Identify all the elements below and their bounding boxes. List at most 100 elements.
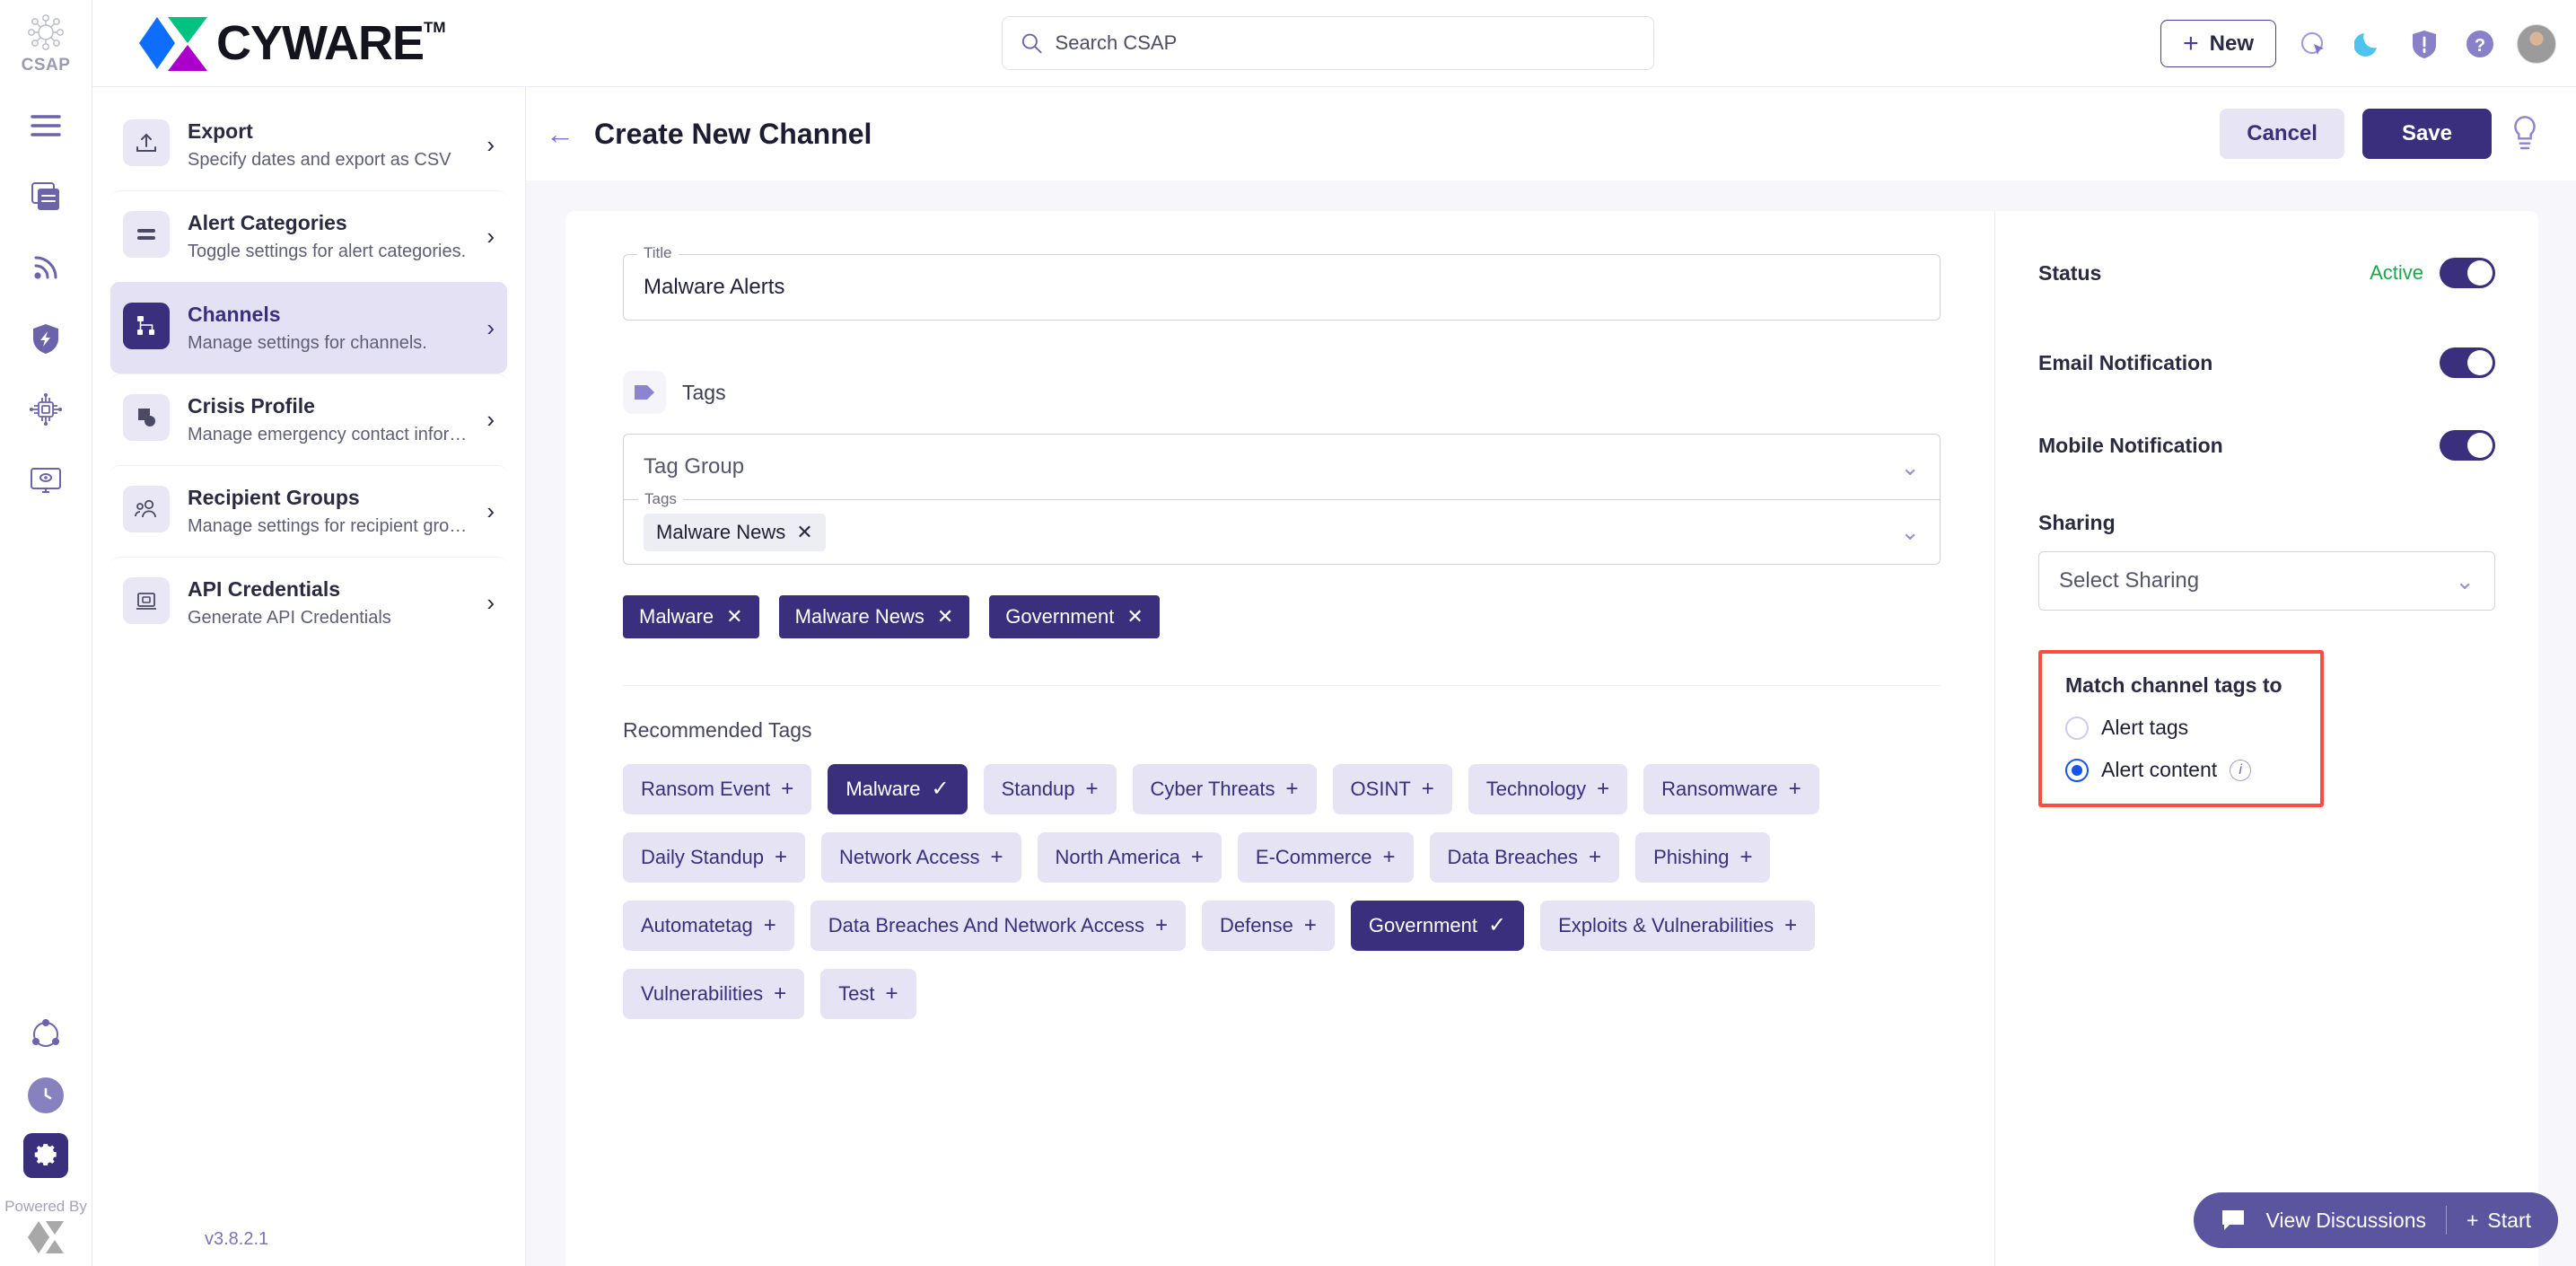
recommended-tag[interactable]: E-Commerce + (1237, 832, 1414, 883)
gear-icon[interactable] (23, 1133, 68, 1178)
email-notification-toggle[interactable] (2440, 347, 2495, 378)
shield-bolt-icon[interactable] (22, 315, 69, 362)
recommended-tag[interactable]: Data Breaches + (1429, 832, 1620, 883)
chip-icon[interactable] (22, 386, 69, 433)
tags-select[interactable]: Tags Malware News ✕ ⌄ (623, 490, 1941, 565)
title-field[interactable]: Title Malware Alerts (623, 244, 1941, 321)
recommended-tag[interactable]: Government ✓ (1350, 901, 1525, 951)
recommended-tag[interactable]: Ransom Event + (623, 764, 812, 814)
new-button-label: New (2209, 31, 2254, 56)
add-icon: + (1784, 913, 1798, 937)
start-discussion-button[interactable]: + Start (2466, 1209, 2531, 1233)
monitor-eye-icon[interactable] (22, 457, 69, 504)
sidebar-item-channels[interactable]: Channels Manage settings for channels. › (110, 282, 507, 374)
recommended-tag[interactable]: Network Access + (821, 832, 1021, 883)
title-input-value[interactable]: Malware Alerts (644, 275, 784, 300)
page-header-actions: Cancel Save (2220, 109, 2540, 159)
title-field-box[interactable]: Malware Alerts (623, 254, 1941, 321)
recommended-tag[interactable]: Phishing + (1635, 832, 1771, 883)
sidebar-item-api-credentials[interactable]: API Credentials Generate API Credentials… (110, 557, 507, 648)
sidebar-item-text: API Credentials Generate API Credentials (188, 577, 469, 629)
cancel-button[interactable]: Cancel (2220, 109, 2344, 159)
recommended-tag[interactable]: OSINT + (1332, 764, 1452, 814)
recommended-tag[interactable]: Ransomware + (1643, 764, 1819, 814)
close-icon[interactable]: ✕ (1126, 605, 1143, 629)
selected-tag-label: Malware News (794, 605, 924, 628)
recommended-tag-label: Network Access (839, 846, 980, 868)
mobile-notification-controls (2440, 430, 2495, 461)
lightbulb-icon[interactable] (2510, 116, 2540, 152)
search-bar[interactable] (1002, 16, 1654, 70)
documents-icon[interactable] (22, 173, 69, 220)
radio-option-alert-content[interactable]: Alert content i (2065, 758, 2297, 782)
recommended-tag[interactable]: Exploits & Vulnerabilities + (1540, 901, 1816, 951)
recommended-tag[interactable]: Technology + (1468, 764, 1628, 814)
chevron-down-icon: ⌄ (1900, 518, 1920, 545)
close-icon[interactable]: ✕ (726, 605, 742, 629)
info-icon[interactable]: i (2230, 759, 2252, 781)
sidebar-item-crisis-profile[interactable]: Crisis Profile Manage emergency contact … (110, 374, 507, 465)
sidebar-item-recipient-groups[interactable]: Recipient Groups Manage settings for rec… (110, 465, 507, 557)
tags-section-header: Tags (623, 371, 1941, 414)
match-channel-tags-title: Match channel tags to (2065, 673, 2282, 697)
recommended-tag[interactable]: Standup + (983, 764, 1117, 814)
recommended-tag[interactable]: Data Breaches And Network Access + (810, 901, 1186, 951)
mobile-notification-toggle[interactable] (2440, 430, 2495, 461)
recommended-tags-row: Ransom Event + Malware ✓ Standup + Cyber Th… (623, 764, 1941, 814)
add-icon: + (1589, 845, 1602, 869)
sidebar-item-subtitle: Toggle settings for alert categories. (188, 242, 467, 261)
recommended-tag[interactable]: Test + (820, 969, 916, 1019)
recommended-tag[interactable]: North America + (1037, 832, 1222, 883)
close-icon[interactable]: ✕ (796, 521, 812, 544)
status-toggle[interactable] (2440, 258, 2495, 288)
recommended-tag[interactable]: Daily Standup + (623, 832, 805, 883)
discussions-widget[interactable]: View Discussions + Start (2194, 1192, 2558, 1248)
radio-icon-selected[interactable] (2065, 758, 2089, 782)
sidebar-item-export[interactable]: Export Specify dates and export as CSV › (110, 100, 507, 190)
sidebar-item-subtitle: Manage emergency contact informati… (188, 425, 469, 444)
hamburger-menu-icon[interactable] (22, 102, 69, 149)
status-row: Status Active (2038, 258, 2495, 288)
shield-alert-icon[interactable] (2405, 25, 2443, 63)
moon-icon[interactable] (2350, 25, 2388, 63)
sidebar-item-text: Export Specify dates and export as CSV (188, 119, 469, 171)
app-root: CSAP Powered By CYWARE TM Search CSAP + … (0, 0, 2576, 1266)
target-cursor-icon[interactable] (2294, 25, 2332, 63)
orbit-icon[interactable] (22, 1011, 69, 1058)
view-discussions-label[interactable]: View Discussions (2265, 1209, 2426, 1233)
add-icon: + (1154, 913, 1168, 937)
close-icon[interactable]: ✕ (937, 605, 953, 629)
sidebar-item-alert-categories[interactable]: Alert Categories Toggle settings for ale… (110, 190, 507, 282)
tag-group-select[interactable]: Tag Group ⌄ (623, 434, 1941, 500)
recommended-tag[interactable]: Vulnerabilities + (623, 969, 805, 1019)
avatar[interactable] (2517, 23, 2556, 64)
match-channel-tags-box: Match channel tags to Alert tags Alert c… (2038, 650, 2324, 807)
sharing-select[interactable]: Select Sharing ⌄ (2038, 551, 2495, 611)
new-button[interactable]: + New (2160, 20, 2276, 67)
search-input[interactable] (1055, 31, 1635, 55)
cyware-wordmark: CYWARE (216, 16, 425, 70)
tag-chip-label: Malware News (656, 520, 786, 543)
selected-tag-chip[interactable]: Malware ✕ (623, 595, 759, 638)
recommended-tag[interactable]: Cyber Threats + (1132, 764, 1317, 814)
back-arrow-icon[interactable]: ← (546, 119, 574, 148)
recommended-tag-label: Ransomware (1661, 778, 1778, 800)
status-label: Status (2038, 260, 2102, 285)
radio-option-alert-tags[interactable]: Alert tags (2065, 716, 2297, 740)
sidebar-item-text: Crisis Profile Manage emergency contact … (188, 394, 469, 445)
rss-feed-icon[interactable] (22, 244, 69, 291)
recommended-tag[interactable]: Defense + (1201, 901, 1335, 951)
cyware-logo[interactable]: CYWARE TM (137, 15, 446, 71)
recommended-tag[interactable]: Malware ✓ (828, 764, 968, 814)
save-button[interactable]: Save (2361, 109, 2492, 159)
selected-tag-chip[interactable]: Malware News ✕ (778, 595, 970, 638)
add-icon: + (1085, 777, 1099, 801)
selected-tag-chip[interactable]: Government ✕ (989, 595, 1160, 638)
csap-network-icon (28, 14, 64, 50)
help-question-icon[interactable]: ? (2461, 25, 2499, 63)
radio-icon[interactable] (2065, 716, 2089, 740)
svg-text:?: ? (2475, 36, 2485, 56)
tag-chip[interactable]: Malware News ✕ (644, 513, 826, 551)
recommended-tag[interactable]: Automatetag + (623, 901, 794, 951)
clock-icon[interactable] (28, 1077, 64, 1113)
